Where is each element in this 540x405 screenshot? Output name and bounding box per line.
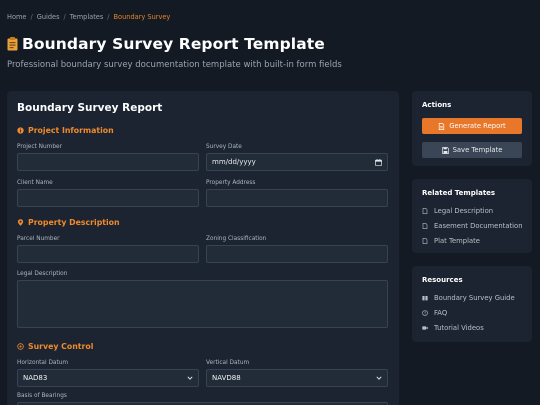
question-circle-icon (422, 310, 428, 316)
document-icon (422, 223, 428, 229)
related-link-plat-template[interactable]: Plat Template (422, 237, 480, 245)
related-link-label: Easement Documentation (434, 222, 523, 230)
generate-report-button[interactable]: Generate Report (422, 118, 522, 134)
map-pin-icon (17, 219, 24, 226)
resources-title: Resources (422, 276, 463, 284)
chevron-down-icon (376, 376, 382, 380)
page-subtitle: Professional boundary survey documentati… (7, 60, 342, 70)
related-link-label: Legal Description (434, 207, 494, 215)
save-template-label: Save Template (452, 146, 503, 154)
resources-card: Resources Boundary Survey Guide FAQ Tuto… (412, 266, 532, 342)
form-title: Boundary Survey Report (17, 102, 163, 114)
section-heading-project-info: Project Information (17, 126, 114, 135)
save-icon (441, 146, 449, 154)
document-icon (422, 208, 428, 214)
video-camera-icon (422, 326, 428, 330)
section-title: Project Information (28, 126, 114, 135)
breadcrumb-guides[interactable]: Guides (37, 13, 60, 21)
resource-link-faq[interactable]: FAQ (422, 309, 447, 317)
related-link-easement-documentation[interactable]: Easement Documentation (422, 222, 523, 230)
section-title: Survey Control (28, 342, 94, 351)
legal-description-label: Legal Description (17, 271, 68, 277)
legal-description-textarea[interactable] (17, 280, 388, 328)
zoning-classification-input[interactable] (206, 245, 388, 263)
calendar-icon[interactable] (375, 158, 382, 166)
related-link-label: Plat Template (434, 237, 480, 245)
survey-date-placeholder: mm/dd/yyyy (212, 158, 256, 166)
vertical-datum-select[interactable]: NAVD88 (206, 369, 388, 387)
save-template-button[interactable]: Save Template (422, 142, 522, 158)
zoning-classification-label: Zoning Classification (206, 236, 267, 242)
resource-link-label: FAQ (434, 309, 448, 317)
property-address-input[interactable] (206, 189, 388, 207)
basis-of-bearings-label: Basis of Bearings (17, 393, 67, 399)
actions-title: Actions (422, 101, 452, 109)
client-name-label: Client Name (17, 180, 53, 186)
property-address-label: Property Address (206, 180, 256, 186)
horizontal-datum-select[interactable]: NAD83 (17, 369, 199, 387)
breadcrumb: Home / Guides / Templates / Boundary Sur… (7, 13, 170, 21)
section-heading-survey-control: Survey Control (17, 342, 93, 351)
vertical-datum-label: Vertical Datum (206, 360, 250, 366)
breadcrumb-templates[interactable]: Templates (70, 13, 104, 21)
page-header: Boundary Survey Report Template (7, 35, 325, 53)
chevron-down-icon (187, 376, 193, 380)
actions-card: Actions Generate Report Save Template (412, 91, 532, 166)
related-link-legal-description[interactable]: Legal Description (422, 207, 493, 215)
client-name-input[interactable] (17, 189, 199, 207)
breadcrumb-separator: / (30, 13, 33, 21)
page-title: Boundary Survey Report Template (22, 35, 325, 53)
vertical-datum-value: NAVD88 (212, 374, 241, 382)
book-icon (422, 296, 428, 301)
project-number-label: Project Number (17, 144, 62, 150)
resource-link-label: Tutorial Videos (434, 324, 484, 332)
clipboard-icon (7, 37, 18, 51)
document-icon (439, 122, 445, 130)
horizontal-datum-label: Horizontal Datum (17, 360, 69, 366)
resource-link-tutorial-videos[interactable]: Tutorial Videos (422, 324, 484, 332)
related-templates-title: Related Templates (422, 189, 496, 197)
section-heading-property-description: Property Description (17, 218, 120, 227)
parcel-number-label: Parcel Number (17, 236, 60, 242)
generate-report-label: Generate Report (449, 122, 506, 130)
resource-link-boundary-survey-guide[interactable]: Boundary Survey Guide (422, 294, 515, 302)
info-circle-icon (17, 127, 24, 134)
crosshair-icon (17, 343, 24, 350)
breadcrumb-separator: / (107, 13, 110, 21)
breadcrumb-separator: / (63, 13, 66, 21)
section-title: Property Description (28, 218, 120, 227)
parcel-number-input[interactable] (17, 245, 199, 263)
breadcrumb-home[interactable]: Home (7, 13, 26, 21)
resource-link-label: Boundary Survey Guide (434, 294, 515, 302)
survey-date-label: Survey Date (206, 144, 242, 150)
horizontal-datum-value: NAD83 (23, 374, 48, 382)
document-icon (422, 238, 428, 244)
breadcrumb-current: Boundary Survey (113, 13, 171, 21)
project-number-input[interactable] (17, 153, 199, 171)
related-templates-card: Related Templates Legal Description Ease… (412, 179, 532, 253)
survey-date-input[interactable]: mm/dd/yyyy (206, 153, 388, 171)
report-form-card: Boundary Survey Report Project Informati… (7, 91, 399, 405)
